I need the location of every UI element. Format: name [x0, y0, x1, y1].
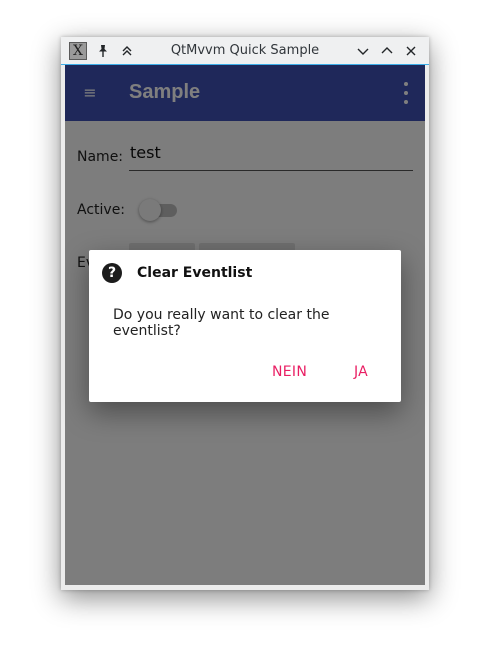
window-title: QtMvvm Quick Sample	[170, 43, 320, 58]
clear-eventlist-dialog: ? Clear Eventlist Do you really want to …	[89, 250, 401, 402]
maximize-icon[interactable]	[377, 41, 397, 61]
dialog-title: Clear Eventlist	[137, 265, 253, 281]
yes-button[interactable]: JA	[354, 364, 368, 380]
minimize-icon[interactable]	[353, 41, 373, 61]
dialog-message: Do you really want to clear the eventlis…	[113, 307, 330, 339]
no-button[interactable]: NEIN	[272, 364, 307, 380]
window-titlebar[interactable]: X QtMvvm Quick Sample	[61, 37, 429, 65]
close-icon[interactable]	[401, 41, 421, 61]
question-icon: ?	[102, 263, 122, 283]
